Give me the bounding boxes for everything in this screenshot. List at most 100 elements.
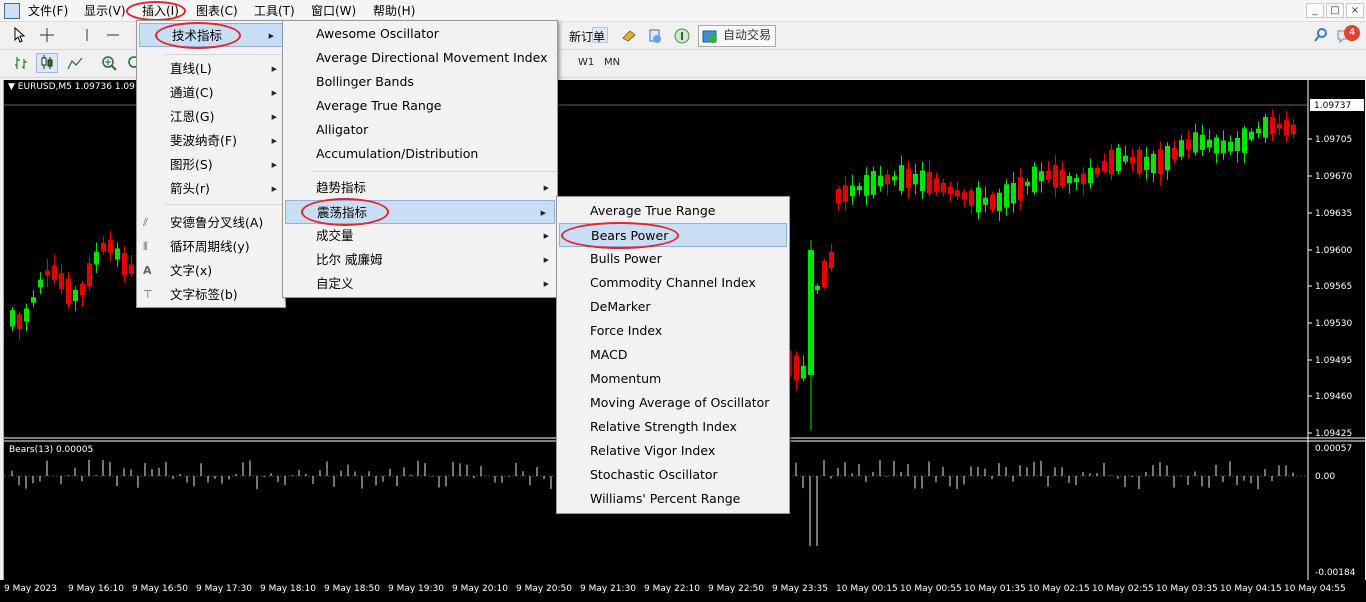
candle-body [101, 242, 106, 252]
menu-item-gann[interactable]: 江恩(G) ▶ [137, 105, 285, 129]
candle-body [1137, 149, 1142, 174]
timeframe-w1-button[interactable]: W1 [578, 54, 594, 72]
candle-body [1228, 141, 1233, 152]
menu-item-osma[interactable]: Moving Average of Oscillator [557, 391, 789, 415]
candle-body [1025, 181, 1030, 186]
candle-body [1053, 164, 1058, 188]
menu-item-label: Accumulation/Distribution [316, 146, 479, 161]
candle-body [1249, 131, 1254, 140]
menu-item-custom[interactable]: 自定义 ▶ [283, 272, 557, 296]
current-price-label: 1.09737 [1314, 101, 1351, 111]
menu-item-volumes[interactable]: 成交量 ▶ [283, 224, 557, 248]
menu-item-osc-atr[interactable]: Average True Range [557, 199, 789, 223]
highlight-ellipse-insert [126, 1, 186, 21]
candle-body [1081, 173, 1086, 185]
terminal-icon[interactable] [644, 26, 666, 46]
bar-chart-icon[interactable] [10, 54, 32, 74]
menu-item-awesome-oscillator[interactable]: Awesome Oscillator [283, 22, 557, 46]
submenu-arrow-icon: ▶ [543, 256, 549, 264]
menu-item-label: Stochastic Oscillator [590, 467, 718, 482]
candle-body [1088, 168, 1093, 184]
menu-item-label: 江恩(G) [170, 109, 215, 124]
candle-body [45, 270, 50, 276]
menu-file[interactable]: 文件(F) [28, 3, 68, 19]
menu-item-label: Average True Range [316, 98, 442, 113]
new-order-button[interactable]: 新订单 [569, 27, 605, 47]
menu-item-andrews-pitchfork[interactable]: ⫽ 安德鲁分叉线(A) [137, 211, 285, 235]
candle-body [857, 185, 862, 191]
menu-item-channels[interactable]: 通道(C) ▶ [137, 81, 285, 105]
menu-view[interactable]: 显示(V) [84, 3, 126, 19]
menu-item-label: 直线(L) [170, 61, 212, 76]
restore-button[interactable]: □ [1326, 3, 1344, 18]
menu-item-text-label[interactable]: ⊤ 文字标签(b) [137, 283, 285, 307]
candle-body [66, 278, 71, 305]
time-label: 10 May 00:55 [900, 584, 962, 594]
menu-item-rsi[interactable]: Relative Strength Index [557, 415, 789, 439]
menu-item-shapes[interactable]: 图形(S) ▶ [137, 153, 285, 177]
menu-help[interactable]: 帮助(H) [373, 3, 415, 19]
app-icon[interactable] [4, 3, 20, 19]
price-label: 1.09705 [1315, 135, 1352, 145]
menu-item-williams-percent-range[interactable]: Williams' Percent Range [557, 487, 789, 511]
menu-charts[interactable]: 图表(C) [196, 3, 238, 19]
menu-item-lines[interactable]: 直线(L) ▶ [137, 57, 285, 81]
menu-item-alligator[interactable]: Alligator [283, 118, 557, 142]
menu-item-atr[interactable]: Average True Range [283, 94, 557, 118]
candlestick-icon[interactable] [36, 53, 58, 73]
menu-item-cci[interactable]: Commodity Channel Index [557, 271, 789, 295]
menu-item-accumulation-distribution[interactable]: Accumulation/Distribution [283, 142, 557, 166]
price-label: 1.09460 [1315, 392, 1352, 402]
candle-body [38, 279, 43, 288]
menu-item-label: Alligator [316, 122, 369, 137]
candle-body [1004, 184, 1009, 208]
indicators-submenu: Awesome Oscillator Average Directional M… [282, 20, 558, 298]
time-label: 9 May 16:10 [68, 584, 124, 594]
time-label: 9 May 20:50 [516, 584, 572, 594]
line-chart-icon[interactable] [64, 54, 86, 74]
menu-item-momentum[interactable]: Momentum [557, 367, 789, 391]
highlight-ellipse-oscillators [301, 198, 389, 226]
candle-body [794, 355, 799, 381]
menu-item-stochastic[interactable]: Stochastic Oscillator [557, 463, 789, 487]
time-label: 10 May 02:55 [1092, 584, 1154, 594]
time-label: 10 May 04:15 [1220, 584, 1282, 594]
menu-tools[interactable]: 工具(T) [254, 3, 295, 19]
menu-item-force-index[interactable]: Force Index [557, 319, 789, 343]
menu-window[interactable]: 窗口(W) [311, 3, 356, 19]
menu-item-cycle-lines[interactable]: ⦀ 循环周期线(y) [137, 235, 285, 259]
time-label: 10 May 04:55 [1284, 584, 1346, 594]
candle-body [1242, 128, 1247, 153]
menu-item-bill-williams[interactable]: 比尔 威廉姆 ▶ [283, 248, 557, 272]
menu-item-trend-indicators[interactable]: 趋势指标 ▶ [283, 176, 557, 200]
crosshair-icon[interactable] [36, 26, 58, 46]
menu-item-rvi[interactable]: Relative Vigor Index [557, 439, 789, 463]
zoom-in-icon[interactable] [98, 54, 120, 74]
cursor-icon[interactable] [8, 26, 30, 46]
chart-menu-arrow-icon[interactable]: ▼ [8, 82, 15, 92]
menu-item-demarker[interactable]: DeMarker [557, 295, 789, 319]
time-label: 10 May 03:35 [1156, 584, 1218, 594]
menu-item-bollinger-bands[interactable]: Bollinger Bands [283, 70, 557, 94]
submenu-arrow-icon: ▶ [271, 161, 277, 169]
minimize-button[interactable]: _ [1306, 3, 1324, 18]
menu-item-arrows[interactable]: 箭头(r) ▶ [137, 177, 285, 201]
history-icon[interactable] [618, 26, 640, 46]
candle-body [1123, 155, 1128, 162]
close-button[interactable]: × [1346, 3, 1364, 18]
candle-body [1179, 140, 1184, 157]
menu-item-fibonacci[interactable]: 斐波纳奇(F) ▶ [137, 129, 285, 153]
menu-item-bulls-power[interactable]: Bulls Power [557, 247, 789, 271]
timeframe-mn-button[interactable]: MN [604, 54, 620, 72]
horizontal-line-icon[interactable] [102, 26, 124, 46]
menu-separator [165, 204, 283, 205]
search-icon[interactable] [1310, 26, 1332, 46]
menu-item-label: 循环周期线(y) [170, 239, 250, 254]
signal-icon[interactable] [671, 26, 693, 46]
auto-trading-button[interactable]: 自动交易 [698, 25, 776, 47]
menu-item-macd[interactable]: MACD [557, 343, 789, 367]
menu-item-text[interactable]: A 文字(x) [137, 259, 285, 283]
vertical-line-icon[interactable] [76, 26, 98, 46]
menu-item-adx[interactable]: Average Directional Movement Index [283, 46, 557, 70]
candle-body [31, 297, 36, 303]
